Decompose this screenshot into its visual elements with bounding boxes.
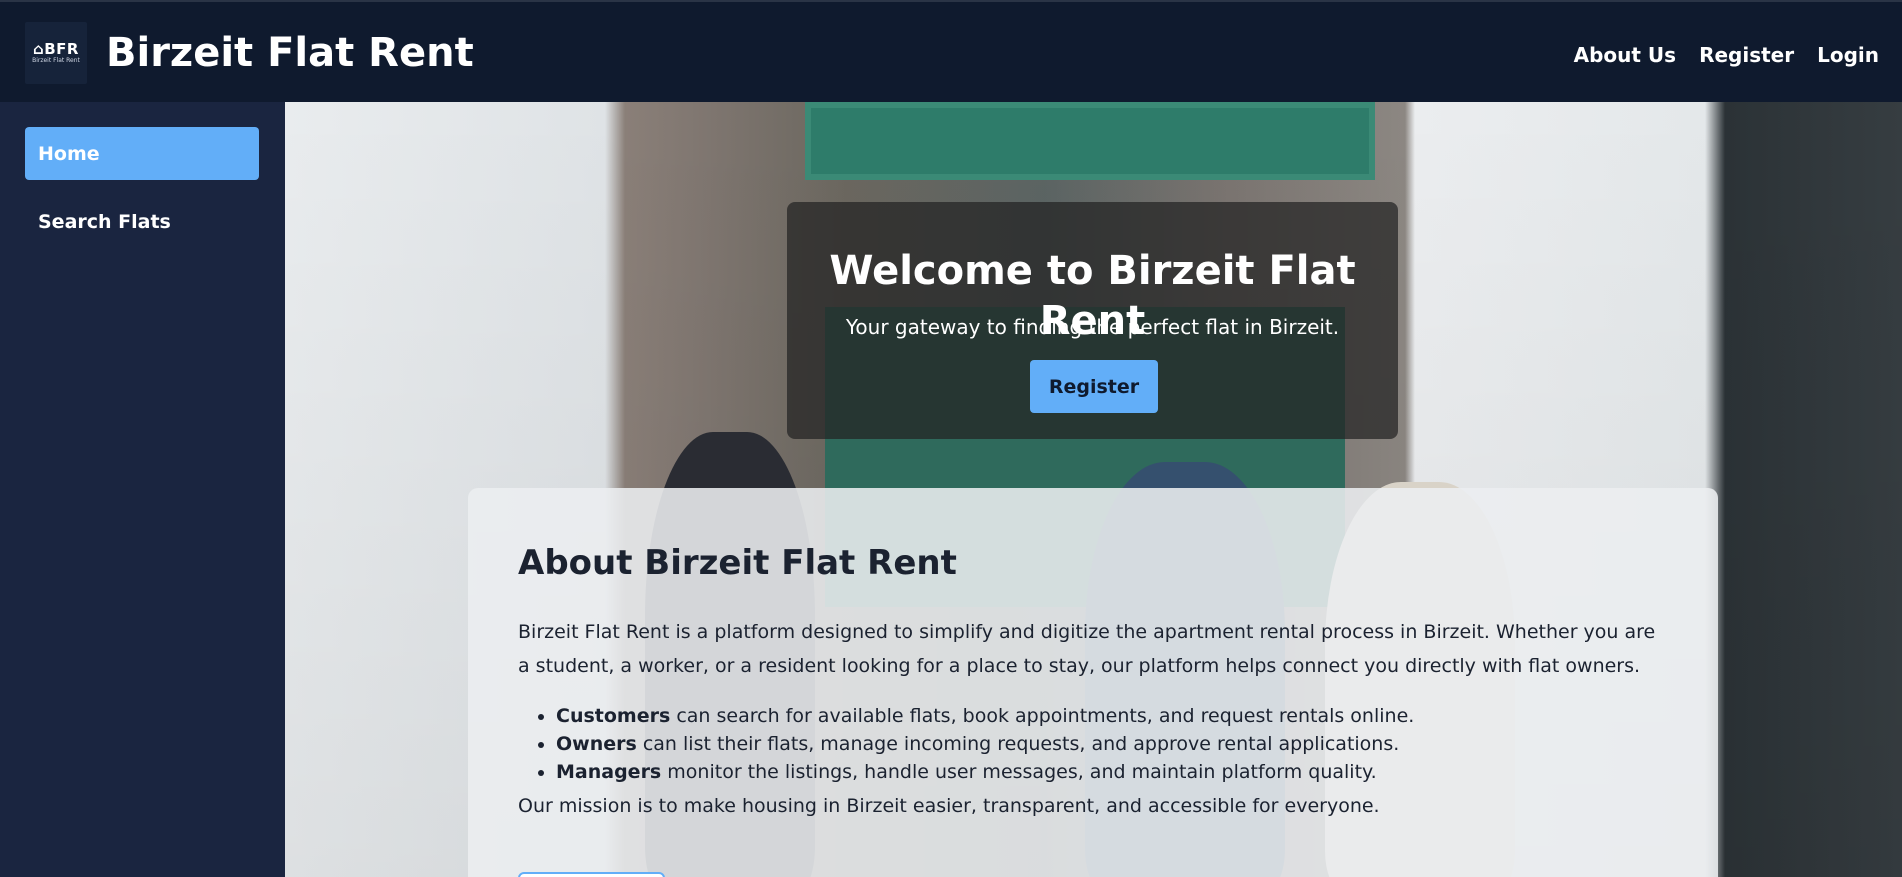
logo-subtext: Birzeit Flat Rent <box>32 57 80 64</box>
list-item: Managers monitor the listings, handle us… <box>556 758 1706 786</box>
top-nav: About Us Register Login <box>1574 42 1879 68</box>
roles-list: Customers can search for available flats… <box>518 702 1706 786</box>
nav-register-link[interactable]: Register <box>1699 42 1794 68</box>
mission-paragraph: Our mission is to make housing in Birzei… <box>518 795 1380 817</box>
list-item: Owners can list their flats, manage inco… <box>556 730 1706 758</box>
hero-section: Welcome to Birzeit Flat Rent Your gatewa… <box>285 102 1902 877</box>
nav-about-us-link[interactable]: About Us <box>1574 42 1676 68</box>
sidebar: Home Search Flats <box>0 102 285 877</box>
sidebar-item-home[interactable]: Home <box>25 127 259 180</box>
logo-mark: ⌂BFR <box>33 40 79 58</box>
role-description: monitor the listings, handle user messag… <box>661 761 1377 783</box>
sidebar-item-search-flats[interactable]: Search Flats <box>25 195 259 248</box>
brand-logo[interactable]: ⌂BFR Birzeit Flat Rent <box>25 22 87 84</box>
about-card: About Birzeit Flat Rent Birzeit Flat Ren… <box>468 488 1718 877</box>
sidebar-item-label: Home <box>38 142 100 165</box>
role-description: can list their flats, manage incoming re… <box>636 733 1400 755</box>
welcome-subtitle: Your gateway to finding the perfect flat… <box>845 315 1340 339</box>
role-name: Owners <box>556 733 637 755</box>
role-name: Customers <box>556 705 671 727</box>
about-action-button[interactable] <box>518 872 665 877</box>
welcome-panel: Welcome to Birzeit Flat Rent Your gatewa… <box>787 202 1398 439</box>
list-item: Customers can search for available flats… <box>556 702 1706 730</box>
sidebar-item-label: Search Flats <box>38 210 171 233</box>
hero-background-window <box>805 102 1375 180</box>
role-description: can search for available flats, book app… <box>670 705 1415 727</box>
about-paragraph: Birzeit Flat Rent is a platform designed… <box>518 621 1656 677</box>
role-name: Managers <box>556 761 662 783</box>
top-navbar: ⌂BFR Birzeit Flat Rent Birzeit Flat Rent… <box>0 0 1902 102</box>
hero-register-button[interactable]: Register <box>1030 360 1158 413</box>
about-title: About Birzeit Flat Rent <box>518 543 957 583</box>
app-title: Birzeit Flat Rent <box>106 30 474 76</box>
nav-login-link[interactable]: Login <box>1817 42 1879 68</box>
